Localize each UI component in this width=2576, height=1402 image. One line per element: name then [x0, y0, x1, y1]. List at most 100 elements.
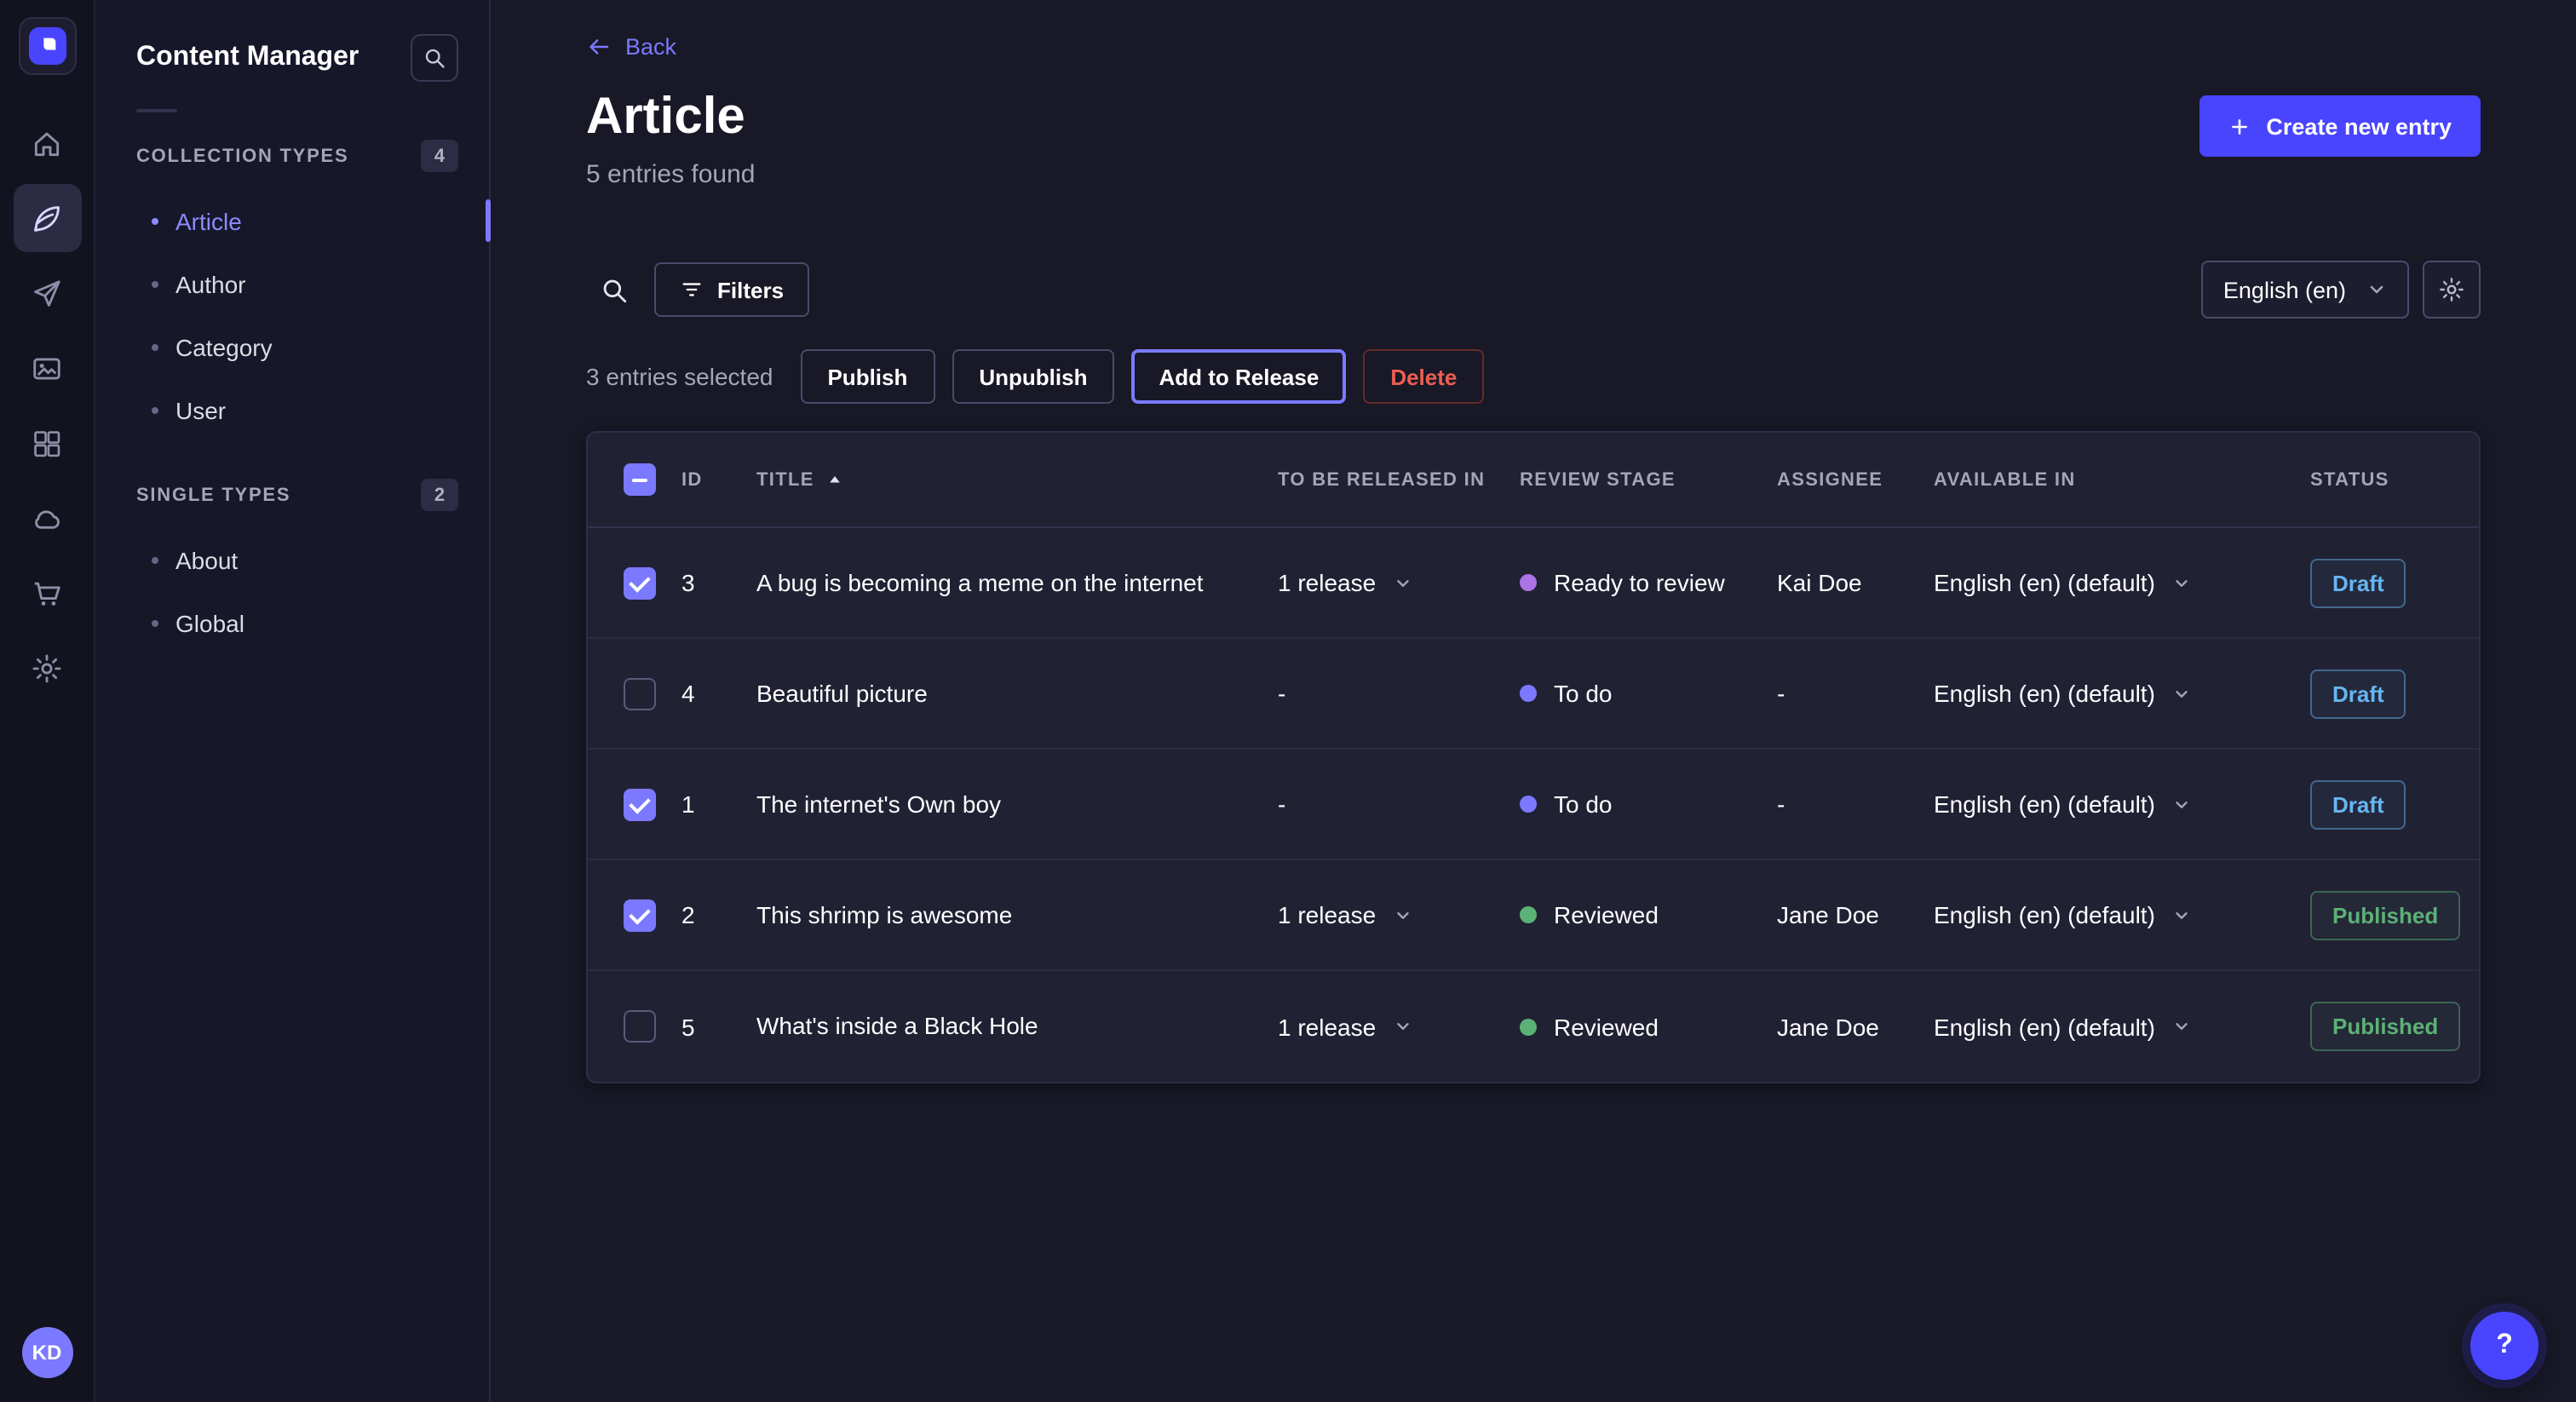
view-settings-button[interactable]: [2423, 261, 2481, 319]
delete-button[interactable]: Delete: [1363, 349, 1484, 404]
cell-assignee: -: [1777, 790, 1934, 818]
table-header-row: ID TITLE TO BE RELEASED IN REVIEW STAGE …: [588, 433, 2479, 528]
column-header-available-in: AVAILABLE IN: [1934, 469, 2310, 490]
chevron-down-icon: [1393, 573, 1412, 592]
sidebar-item-about[interactable]: About: [95, 528, 489, 591]
content-type-builder-icon[interactable]: [13, 409, 81, 477]
sidebar-search-button[interactable]: [411, 34, 458, 82]
section-count-badge: 2: [421, 479, 458, 511]
content-manager-icon[interactable]: [13, 184, 81, 252]
section-label: SINGLE TYPES: [136, 485, 290, 505]
sidebar-item-article[interactable]: Article: [95, 189, 489, 252]
review-stage-dot: [1520, 906, 1537, 923]
releases-icon[interactable]: [13, 259, 81, 327]
locale-select[interactable]: English (en): [2201, 261, 2409, 319]
create-label: Create new entry: [2266, 113, 2452, 139]
content-manager-sidebar: Content Manager COLLECTION TYPES 4 Artic…: [95, 0, 491, 1402]
cell-release[interactable]: 1 release: [1278, 569, 1520, 596]
selection-count-label: 3 entries selected: [586, 363, 773, 390]
search-icon: [599, 275, 628, 304]
row-checkbox[interactable]: [624, 566, 656, 599]
sidebar-item-label: Category: [175, 333, 273, 360]
cell-title: This shrimp is awesome: [756, 859, 1278, 970]
table-row[interactable]: 1 The internet's Own boy - To do - Engli…: [588, 750, 2479, 860]
cell-status: Published: [2310, 890, 2479, 939]
release-label: 1 release: [1278, 569, 1376, 596]
cell-status: Draft: [2310, 558, 2479, 607]
cell-release[interactable]: -: [1278, 680, 1520, 707]
row-checkbox[interactable]: [624, 677, 656, 710]
cell-assignee: Kai Doe: [1777, 569, 1934, 596]
cell-assignee: Jane Doe: [1777, 1013, 1934, 1040]
table-row[interactable]: 5 What's inside a Black Hole 1 release R…: [588, 971, 2479, 1082]
row-checkbox[interactable]: [624, 899, 656, 931]
status-badge: Draft: [2310, 669, 2406, 718]
cell-id: 5: [681, 1013, 756, 1040]
cell-available-in[interactable]: English (en) (default): [1934, 569, 2310, 596]
cell-release[interactable]: 1 release: [1278, 1013, 1520, 1040]
search-button[interactable]: [586, 262, 641, 317]
column-header-title[interactable]: TITLE: [756, 469, 1278, 490]
chevron-down-icon: [2366, 279, 2387, 300]
search-icon: [423, 46, 446, 70]
column-header-assignee: ASSIGNEE: [1777, 469, 1934, 490]
review-stage-label: To do: [1554, 790, 1613, 818]
chevron-down-icon: [2172, 905, 2191, 924]
strapi-logo[interactable]: [18, 17, 76, 75]
locale-label: English (en) (default): [1934, 680, 2155, 707]
publish-button[interactable]: Publish: [800, 349, 934, 404]
bullet-icon: [152, 217, 158, 224]
plus-icon: [2228, 115, 2251, 137]
home-icon[interactable]: [13, 109, 81, 177]
cell-release[interactable]: 1 release: [1278, 901, 1520, 928]
user-avatar[interactable]: KD: [21, 1327, 72, 1378]
column-header-id[interactable]: ID: [681, 469, 756, 490]
filters-button[interactable]: Filters: [654, 262, 809, 317]
media-library-icon[interactable]: [13, 334, 81, 402]
toolbar: Filters English (en): [586, 261, 2481, 319]
marketplace-icon[interactable]: [13, 559, 81, 627]
cell-id: 4: [681, 680, 756, 707]
back-link[interactable]: Back: [586, 34, 676, 60]
back-label: Back: [625, 34, 676, 60]
locale-selected-value: English (en): [2223, 277, 2346, 302]
sidebar-item-author[interactable]: Author: [95, 252, 489, 315]
release-label: -: [1278, 680, 1285, 707]
settings-icon[interactable]: [13, 634, 81, 702]
sidebar-item-global[interactable]: Global: [95, 591, 489, 654]
cell-title: What's inside a Black Hole: [756, 971, 1278, 1082]
cell-review-stage: To do: [1520, 680, 1777, 707]
create-new-entry-button[interactable]: Create new entry: [2199, 95, 2481, 157]
cell-available-in[interactable]: English (en) (default): [1934, 680, 2310, 707]
cell-available-in[interactable]: English (en) (default): [1934, 1013, 2310, 1040]
table-row[interactable]: 3 A bug is becoming a meme on the intern…: [588, 528, 2479, 639]
row-checkbox[interactable]: [624, 1010, 656, 1043]
locale-label: English (en) (default): [1934, 901, 2155, 928]
sidebar-item-user[interactable]: User: [95, 378, 489, 441]
help-button[interactable]: ?: [2470, 1312, 2539, 1380]
cell-status: Draft: [2310, 779, 2479, 829]
bullet-icon: [152, 406, 158, 413]
cell-available-in[interactable]: English (en) (default): [1934, 901, 2310, 928]
row-checkbox[interactable]: [624, 788, 656, 820]
sort-ascending-icon: [826, 471, 843, 488]
cell-release[interactable]: -: [1278, 790, 1520, 818]
status-badge: Published: [2310, 890, 2460, 939]
cell-title: A bug is becoming a meme on the internet: [756, 527, 1278, 638]
arrow-left-icon: [586, 34, 612, 60]
sidebar-item-label: Author: [175, 270, 246, 297]
cell-status: Published: [2310, 1002, 2479, 1051]
sidebar-divider: [136, 109, 177, 112]
status-badge: Draft: [2310, 779, 2406, 829]
cell-available-in[interactable]: English (en) (default): [1934, 790, 2310, 818]
locale-label: English (en) (default): [1934, 790, 2155, 818]
sidebar-item-category[interactable]: Category: [95, 315, 489, 378]
table-row[interactable]: 4 Beautiful picture - To do - English (e…: [588, 639, 2479, 750]
page-title: Article: [586, 89, 2481, 147]
add-to-release-button[interactable]: Add to Release: [1131, 349, 1346, 404]
cloud-icon[interactable]: [13, 484, 81, 552]
unpublish-button[interactable]: Unpublish: [952, 349, 1114, 404]
select-all-checkbox[interactable]: [624, 463, 656, 496]
table-row[interactable]: 2 This shrimp is awesome 1 release Revie…: [588, 860, 2479, 971]
bullet-icon: [152, 619, 158, 626]
